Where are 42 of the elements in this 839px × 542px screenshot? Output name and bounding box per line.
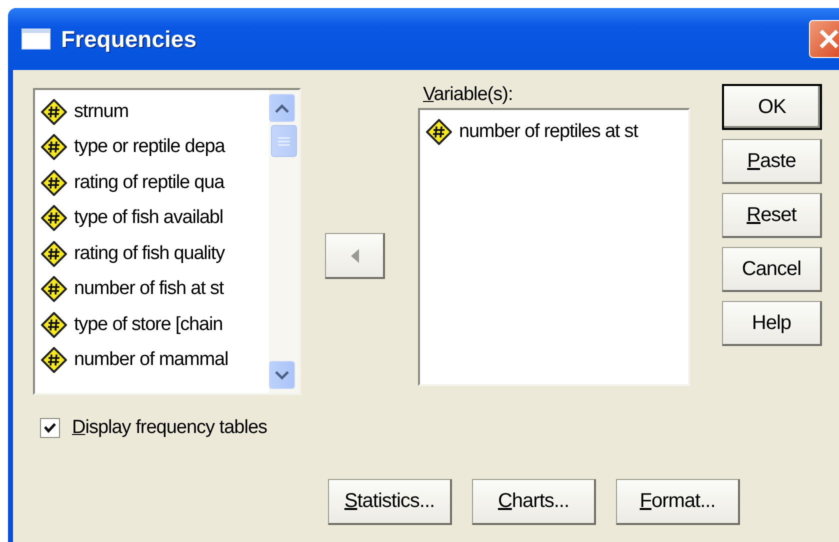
numeric-variable-icon — [41, 98, 67, 125]
scroll-thumb-grip-icon[interactable] — [278, 136, 290, 146]
numeric-variable-icon — [41, 312, 67, 338]
window-icon — [21, 28, 51, 50]
variable-item[interactable]: number of mammal — [73, 349, 230, 372]
scrollbar[interactable] — [269, 90, 299, 393]
numeric-variable-icon — [426, 118, 452, 145]
variable-item[interactable]: strnum — [73, 100, 130, 123]
variable-item[interactable]: number of fish at st — [73, 278, 225, 300]
close-button[interactable] — [809, 20, 839, 58]
variable-item[interactable]: rating of fish quality — [73, 242, 226, 265]
variable-item[interactable]: type of store [chain — [73, 314, 224, 336]
left-arrow-icon[interactable] — [350, 248, 358, 262]
checkbox-label[interactable]: Display frequency tables — [72, 417, 268, 439]
dialog-button[interactable]: Statistics... — [328, 479, 452, 525]
variables-label: Variable(s): — [422, 84, 514, 106]
numeric-variable-icon — [41, 134, 67, 160]
scroll-down-icon[interactable] — [275, 370, 289, 380]
scroll-up-icon[interactable] — [275, 104, 289, 112]
numeric-variable-icon — [41, 240, 67, 267]
dialog-button[interactable]: Help — [722, 301, 822, 346]
dialog-button[interactable]: Charts... — [472, 479, 596, 525]
window-title: Frequencies — [61, 26, 196, 52]
close-icon[interactable] — [818, 28, 839, 50]
numeric-variable-icon — [41, 347, 67, 374]
dialog-button[interactable]: Format... — [616, 479, 740, 525]
check-icon — [44, 422, 56, 434]
move-variable-button[interactable] — [325, 233, 385, 279]
numeric-variable-icon — [41, 170, 67, 196]
dialog-button[interactable]: OK — [722, 84, 822, 130]
variable-list[interactable]: number of reptiles at st — [418, 108, 690, 386]
variable-item[interactable]: rating of reptile qua — [73, 172, 226, 194]
variable-item[interactable]: number of reptiles at st — [458, 120, 639, 143]
dialog-button[interactable]: Reset — [722, 193, 822, 238]
dialog-button[interactable]: Cancel — [722, 247, 822, 292]
variable-item[interactable]: type or reptile depa — [73, 136, 226, 158]
numeric-variable-icon — [41, 276, 67, 302]
variable-item[interactable]: type of fish availabl — [73, 207, 224, 230]
checkbox[interactable] — [40, 418, 60, 438]
variable-list[interactable]: strnum type or reptile depa rating of reptile qua type of fish availabl rating of fish quality number of fish at st type of store [chain number of mammal — [33, 88, 301, 395]
numeric-variable-icon — [41, 205, 67, 232]
dialog-button[interactable]: Paste — [722, 139, 822, 184]
